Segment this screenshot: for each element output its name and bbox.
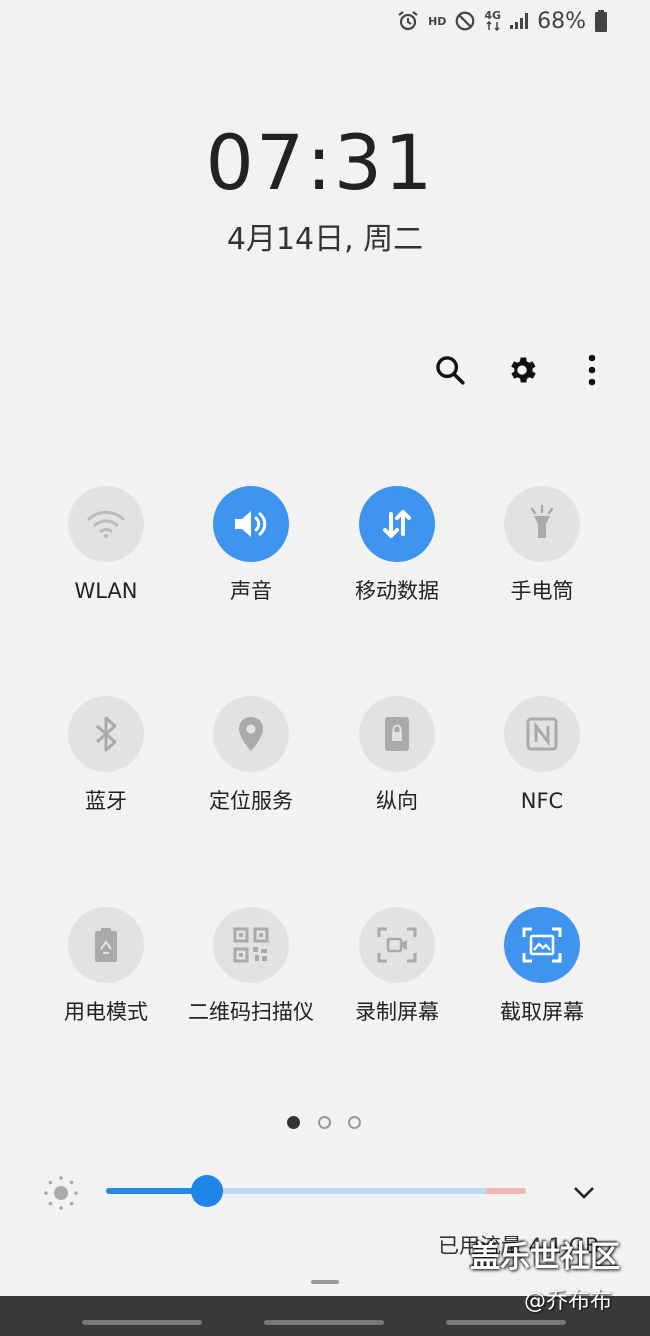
tile-flashlight[interactable]: 手电筒 (469, 486, 615, 606)
tile-nfc-button[interactable] (504, 696, 580, 772)
tile-location-button[interactable] (213, 696, 289, 772)
watermark-logo-text: 盖乐世社区 (470, 1240, 620, 1275)
tile-label: 截取屏幕 (500, 1000, 584, 1024)
signal-icon (509, 12, 529, 30)
tile-label: 二维码扫描仪 (188, 1000, 314, 1024)
tile-screen-record[interactable]: 录制屏幕 (324, 907, 470, 1027)
settings-button[interactable] (500, 348, 544, 392)
tile-label: 移动数据 (355, 579, 439, 603)
wifi-icon (87, 510, 125, 539)
page-dot[interactable] (348, 1116, 361, 1129)
tile-sound-button[interactable] (213, 486, 289, 562)
bluetooth-icon (96, 716, 117, 752)
nav-recents-button[interactable] (82, 1320, 202, 1325)
more-vertical-icon (588, 354, 596, 386)
chevron-down-icon (574, 1187, 594, 1199)
network-type-label: 4G (484, 9, 502, 22)
tile-screen-record-button[interactable] (359, 907, 435, 983)
page-dot[interactable] (318, 1116, 331, 1129)
search-button[interactable] (428, 348, 472, 392)
tile-label: 纵向 (376, 789, 418, 813)
battery-percent: 68% (537, 8, 586, 34)
tile-wlan[interactable]: WLAN (33, 486, 179, 606)
panel-handle[interactable] (311, 1280, 339, 1284)
flashlight-icon (530, 504, 554, 538)
brightness-slider-thumb[interactable] (190, 1175, 223, 1207)
tile-mobile-data[interactable]: 移动数据 (324, 486, 470, 606)
tile-portrait-button[interactable] (359, 696, 435, 772)
tile-label: WLAN (74, 579, 138, 603)
expand-button[interactable] (568, 1178, 600, 1206)
tile-power-mode[interactable]: 用电模式 (33, 907, 179, 1027)
mobile-data-icon (383, 510, 411, 538)
page-indicator (285, 1116, 375, 1132)
search-icon (436, 356, 465, 385)
tile-label: NFC (520, 789, 564, 813)
tile-label: 定位服务 (209, 789, 293, 813)
battery-icon (594, 9, 608, 33)
brightness-slider-high-zone (486, 1188, 526, 1194)
tile-label: 蓝牙 (85, 789, 127, 813)
location-icon (239, 717, 263, 751)
clock-time: 07:31 (205, 118, 435, 207)
qr-scanner-icon (233, 927, 269, 963)
tile-screenshot[interactable]: 截取屏幕 (469, 907, 615, 1027)
portrait-lock-icon (385, 717, 409, 751)
nfc-icon (526, 717, 558, 751)
screen-record-icon (377, 927, 417, 963)
tile-bluetooth-button[interactable] (68, 696, 144, 772)
tile-bluetooth[interactable]: 蓝牙 (33, 696, 179, 816)
tile-flashlight-button[interactable] (504, 486, 580, 562)
tile-sound[interactable]: 声音 (178, 486, 324, 606)
nav-back-button[interactable] (446, 1320, 566, 1325)
4g-icon: 4G (484, 9, 502, 31)
nav-home-button[interactable] (264, 1320, 384, 1325)
panel-toolbar (420, 348, 620, 392)
watermark-author-text: @乔布布 (524, 1289, 613, 1314)
gear-icon (511, 357, 536, 383)
tile-screenshot-button[interactable] (504, 907, 580, 983)
status-bar: HD 4G 68% (396, 6, 608, 36)
do-not-disturb-icon (454, 10, 476, 32)
tile-mobile-data-button[interactable] (359, 486, 435, 562)
sun-icon (42, 1174, 80, 1212)
page-dot-active[interactable] (287, 1116, 300, 1129)
tile-location[interactable]: 定位服务 (178, 696, 324, 816)
tile-qr-scanner[interactable]: 二维码扫描仪 (178, 907, 324, 1027)
brightness-slider-track[interactable] (106, 1188, 526, 1194)
tile-power-mode-button[interactable] (68, 907, 144, 983)
tile-label: 手电筒 (510, 579, 574, 603)
hd-icon: HD (428, 14, 447, 28)
tile-label: 用电模式 (64, 1000, 148, 1024)
tile-label: 声音 (230, 579, 272, 603)
alarm-icon (396, 9, 420, 33)
sound-icon (235, 511, 267, 537)
tile-qr-scanner-button[interactable] (213, 907, 289, 983)
tile-wlan-button[interactable] (68, 486, 144, 562)
tile-portrait[interactable]: 纵向 (324, 696, 470, 816)
screenshot-icon (522, 927, 562, 963)
clock-date: 4月14日, 周二 (226, 222, 424, 257)
more-options-button[interactable] (570, 348, 614, 392)
power-mode-icon (95, 928, 117, 962)
tile-nfc[interactable]: NFC (469, 696, 615, 816)
tile-label: 录制屏幕 (355, 1000, 439, 1024)
